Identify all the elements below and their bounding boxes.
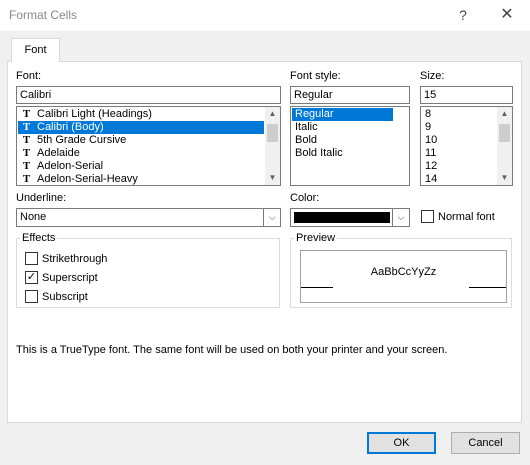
font-list-scrollbar[interactable]: ▲ ▼	[265, 107, 280, 185]
font-list-item-label: 5th Grade Cursive	[37, 134, 127, 146]
scroll-down-arrow-icon[interactable]: ▼	[265, 171, 280, 185]
size-list-item[interactable]: 11	[422, 147, 496, 160]
close-button[interactable]: ✕	[494, 2, 520, 28]
size-listbox[interactable]: 8 9 10 11 12 14 ▲ ▼	[420, 106, 513, 186]
strikethrough-checkbox[interactable]	[25, 252, 38, 265]
size-label: Size:	[420, 70, 445, 82]
size-list-scrollbar[interactable]: ▲ ▼	[497, 107, 512, 185]
truetype-icon: T	[22, 108, 31, 120]
subscript-label: Subscript	[42, 291, 88, 303]
font-list-item-label: Adelaide	[37, 147, 80, 159]
font-style-input[interactable]: Regular	[290, 86, 410, 104]
superscript-label: Superscript	[42, 272, 98, 284]
preview-baseline-right	[469, 287, 506, 288]
strikethrough-label: Strikethrough	[42, 253, 108, 265]
font-label: Font:	[16, 70, 42, 82]
size-list-item[interactable]: 12	[422, 160, 496, 173]
truetype-icon: T	[22, 147, 31, 159]
truetype-icon: T	[22, 160, 31, 172]
font-list-item[interactable]: T Adelon-Serial	[18, 160, 264, 173]
truetype-icon: T	[22, 173, 31, 185]
normal-font-checkbox[interactable]	[421, 210, 434, 223]
effects-title: Effects	[20, 232, 58, 244]
tab-font[interactable]: Font	[11, 38, 60, 62]
size-input[interactable]: 15	[420, 86, 513, 104]
font-style-list-item[interactable]: Regular	[292, 108, 393, 121]
font-style-label: Font style:	[290, 70, 341, 82]
size-list-item[interactable]: 14	[422, 173, 496, 185]
normal-font-label: Normal font	[438, 211, 495, 223]
help-button[interactable]: ?	[452, 2, 474, 28]
truetype-icon: T	[22, 134, 31, 146]
font-style-list-item[interactable]: Italic	[292, 121, 393, 134]
title-bar	[0, 0, 530, 31]
preview-title: Preview	[294, 232, 338, 244]
chevron-down-icon[interactable]: ⌵	[263, 208, 281, 227]
subscript-checkbox[interactable]	[25, 290, 38, 303]
underline-label: Underline:	[16, 192, 67, 204]
cancel-button[interactable]: Cancel	[451, 432, 520, 454]
font-list-item-label: Adelon-Serial-Heavy	[37, 173, 138, 185]
chevron-down-icon[interactable]: ⌵	[392, 208, 410, 227]
underline-select[interactable]: None	[16, 208, 281, 227]
font-list-item[interactable]: T Adelaide	[18, 147, 264, 160]
dialog-title: Format Cells	[9, 8, 78, 22]
font-style-list-item[interactable]: Bold	[292, 134, 393, 147]
scroll-up-arrow-icon[interactable]: ▲	[497, 107, 512, 121]
preview-box: AaBbCcYyZz	[300, 250, 507, 303]
color-label: Color:	[290, 192, 320, 204]
scroll-up-arrow-icon[interactable]: ▲	[265, 107, 280, 121]
font-style-listbox[interactable]: Regular Italic Bold Bold Italic	[290, 106, 410, 186]
font-list-item[interactable]: T Calibri Light (Headings)	[18, 108, 264, 121]
size-list-item[interactable]: 10	[422, 134, 496, 147]
font-list-item-label: Adelon-Serial	[37, 160, 104, 172]
scroll-down-arrow-icon[interactable]: ▼	[497, 171, 512, 185]
size-list-item[interactable]: 8	[422, 108, 496, 121]
color-swatch	[294, 212, 390, 223]
font-list-item[interactable]: T Adelon-Serial-Heavy	[18, 173, 264, 185]
truetype-icon: T	[22, 121, 31, 133]
truetype-info-text: This is a TrueType font. The same font w…	[16, 344, 448, 356]
font-style-list-item[interactable]: Bold Italic	[292, 147, 393, 160]
font-listbox[interactable]: T Calibri Light (Headings) T Calibri (Body)…	[16, 106, 281, 186]
size-list-item[interactable]: 9	[422, 121, 496, 134]
scroll-thumb[interactable]	[499, 124, 510, 142]
font-list-item[interactable]: T Calibri (Body)	[18, 121, 264, 134]
ok-button[interactable]: OK	[367, 432, 436, 454]
font-list-item-label: Calibri Light (Headings)	[37, 108, 152, 120]
scroll-thumb[interactable]	[267, 124, 278, 142]
font-name-input[interactable]: Calibri	[16, 86, 281, 104]
font-list-item[interactable]: T 5th Grade Cursive	[18, 134, 264, 147]
preview-baseline-left	[301, 287, 333, 288]
font-list-item-label: Calibri (Body)	[37, 121, 104, 133]
superscript-checkbox[interactable]: ✓	[25, 271, 38, 284]
